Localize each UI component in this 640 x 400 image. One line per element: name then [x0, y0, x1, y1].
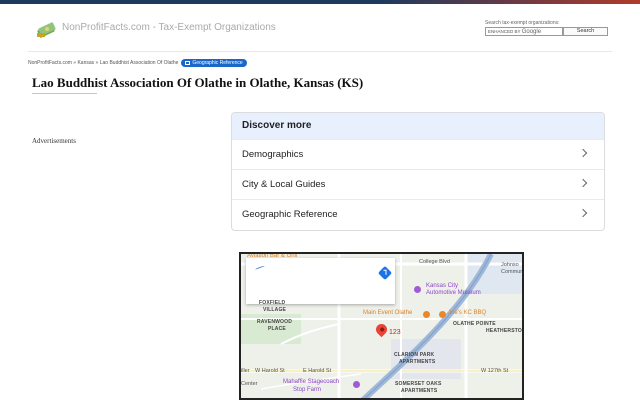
- money-stack-icon[interactable]: [36, 21, 58, 39]
- breadcrumb: NonProfitFacts.com » Kansas » Lao Buddhi…: [28, 59, 247, 67]
- header-divider: [28, 51, 612, 52]
- map-label: FOXFIELD: [259, 300, 286, 306]
- map-label: Kansas City: [426, 283, 459, 289]
- map-label: College Blvd: [419, 259, 450, 265]
- title-underline: [32, 93, 97, 94]
- restaurant-icon[interactable]: [439, 311, 446, 318]
- map-label: CLARION PARK: [394, 352, 435, 358]
- geographic-reference-badge[interactable]: Geographic Reference: [181, 59, 247, 67]
- map-label: Automotive Museum: [426, 290, 481, 296]
- page-title: Lao Buddhist Association Of Olathe in Ol…: [32, 75, 364, 90]
- discover-item-label: Geographic Reference: [242, 209, 338, 220]
- advertisements-label: Advertisements: [32, 137, 76, 145]
- map-info-card[interactable]: [246, 258, 395, 304]
- map-label: PLACE: [268, 326, 286, 332]
- map-label: Aviation Bar & Grill: [247, 253, 298, 259]
- museum-icon[interactable]: [414, 286, 421, 293]
- site-title-link[interactable]: NonProfitFacts.com - Tax-Exempt Organiza…: [62, 22, 276, 33]
- search-enhanced-label: ENHANCED BY: [488, 29, 521, 34]
- map-label: E Harold St: [303, 368, 332, 374]
- search-input[interactable]: ENHANCED BY Google: [485, 27, 563, 36]
- discover-item-city-guides[interactable]: City & Local Guides: [232, 169, 604, 199]
- map-label: SOMERSET OAKS: [395, 381, 442, 387]
- site-header: NonProfitFacts.com - Tax-Exempt Organiza…: [0, 4, 640, 51]
- map-label: OLATHE POINTE: [453, 321, 496, 327]
- map-label: Johnso: [501, 262, 519, 268]
- chevron-right-icon: [578, 208, 588, 218]
- breadcrumb-state[interactable]: Kansas: [77, 60, 94, 66]
- chevron-right-icon: [578, 148, 588, 158]
- museum-icon[interactable]: [353, 381, 360, 388]
- map-label: HEATHERSTO: [486, 328, 522, 334]
- map-label: RAVENWOOD: [257, 319, 293, 325]
- map-label: Commun: [501, 269, 524, 275]
- map-label: APARTMENTS: [401, 388, 438, 394]
- search-label: Search tax-exempt organizations:: [485, 20, 560, 26]
- discover-more-heading: Discover more: [232, 113, 604, 139]
- map-label: VILLAGE: [263, 307, 287, 313]
- map-label: Stop Farm: [293, 387, 322, 393]
- restaurant-icon[interactable]: [423, 311, 430, 318]
- breadcrumb-current: Lao Buddhist Association Of Olathe: [99, 60, 179, 66]
- breadcrumb-home[interactable]: NonProfitFacts.com: [28, 60, 72, 66]
- directions-icon[interactable]: [377, 265, 393, 281]
- chevron-right-icon: [578, 178, 588, 188]
- search-box: Search tax-exempt organizations: ENHANCE…: [485, 20, 610, 36]
- map-label: Joe's KC BBQ: [448, 310, 487, 316]
- map-embed[interactable]: Aviation Bar & Grill College Blvd Johnso…: [239, 252, 524, 400]
- discover-item-label: City & Local Guides: [242, 179, 326, 190]
- map-label: Mahaffie Stagecoach: [283, 379, 340, 385]
- map-pin-label: 123: [389, 329, 401, 336]
- loading-spinner-icon: [254, 265, 266, 271]
- map-label: Center: [241, 381, 258, 387]
- discover-more-panel: Discover more Demographics City & Local …: [231, 112, 605, 231]
- map-label: APARTMENTS: [399, 359, 436, 365]
- map-label: W 127th St: [481, 368, 509, 374]
- map-label: W Harold St: [255, 368, 285, 374]
- discover-item-demographics[interactable]: Demographics: [232, 139, 604, 169]
- map-label: Main Event Olathe: [363, 310, 413, 316]
- google-logo-text: Google: [521, 29, 542, 35]
- grid-icon: [185, 61, 191, 65]
- map-label: iller: [241, 368, 250, 374]
- search-button[interactable]: Search: [563, 27, 608, 36]
- discover-item-label: Demographics: [242, 149, 304, 160]
- badge-label: Geographic Reference: [192, 60, 243, 66]
- discover-item-geographic-reference[interactable]: Geographic Reference: [232, 199, 604, 229]
